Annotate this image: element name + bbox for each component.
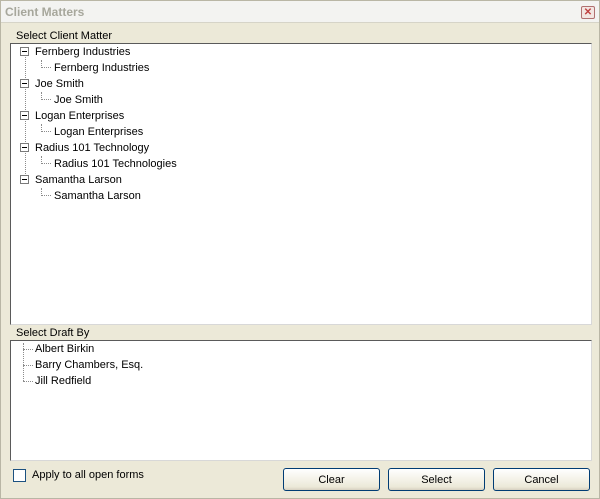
close-icon: ✕ [583, 6, 593, 18]
collapse-minus-icon[interactable] [20, 175, 29, 184]
draft-by-label: Select Draft By [16, 327, 90, 339]
collapse-minus-icon[interactable] [20, 47, 29, 56]
tree-node-radius[interactable]: Radius 101 Technology [35, 140, 149, 156]
tree-child-radius[interactable]: Radius 101 Technologies [54, 156, 177, 172]
tree-line [41, 67, 51, 68]
tree-line [41, 131, 51, 132]
title-bar[interactable]: Client Matters ✕ [1, 1, 599, 23]
tree-line [41, 99, 51, 100]
select-button[interactable]: Select [388, 468, 485, 491]
apply-all-label: Apply to all open forms [32, 469, 144, 481]
apply-all-checkbox[interactable] [13, 469, 26, 482]
window-title: Client Matters [5, 5, 85, 19]
tree-line [41, 163, 51, 164]
collapse-minus-icon[interactable] [20, 111, 29, 120]
collapse-minus-icon[interactable] [20, 79, 29, 88]
client-matter-tree[interactable]: Fernberg Industries Fernberg Industries … [10, 43, 592, 325]
tree-node-fernberg[interactable]: Fernberg Industries [35, 44, 130, 60]
draft-by-item[interactable]: Albert Birkin [35, 341, 94, 357]
tree-child-joe-smith[interactable]: Joe Smith [54, 92, 103, 108]
tree-line [41, 195, 51, 196]
clear-button[interactable]: Clear [283, 468, 380, 491]
tree-line [23, 349, 33, 350]
tree-child-samantha[interactable]: Samantha Larson [54, 188, 141, 204]
tree-node-logan[interactable]: Logan Enterprises [35, 108, 124, 124]
draft-by-item[interactable]: Barry Chambers, Esq. [35, 357, 143, 373]
tree-node-joe-smith[interactable]: Joe Smith [35, 76, 84, 92]
close-button[interactable]: ✕ [581, 6, 595, 19]
tree-child-fernberg[interactable]: Fernberg Industries [54, 60, 149, 76]
tree-line [23, 365, 33, 366]
cancel-button[interactable]: Cancel [493, 468, 590, 491]
tree-node-samantha[interactable]: Samantha Larson [35, 172, 122, 188]
tree-child-logan[interactable]: Logan Enterprises [54, 124, 143, 140]
client-matter-label: Select Client Matter [16, 30, 112, 42]
tree-line [23, 381, 33, 382]
client-matters-dialog: Client Matters ✕ Select Client Matter Fe… [0, 0, 600, 499]
draft-by-item[interactable]: Jill Redfield [35, 373, 91, 389]
draft-by-list[interactable]: Albert Birkin Barry Chambers, Esq. Jill … [10, 340, 592, 461]
collapse-minus-icon[interactable] [20, 143, 29, 152]
